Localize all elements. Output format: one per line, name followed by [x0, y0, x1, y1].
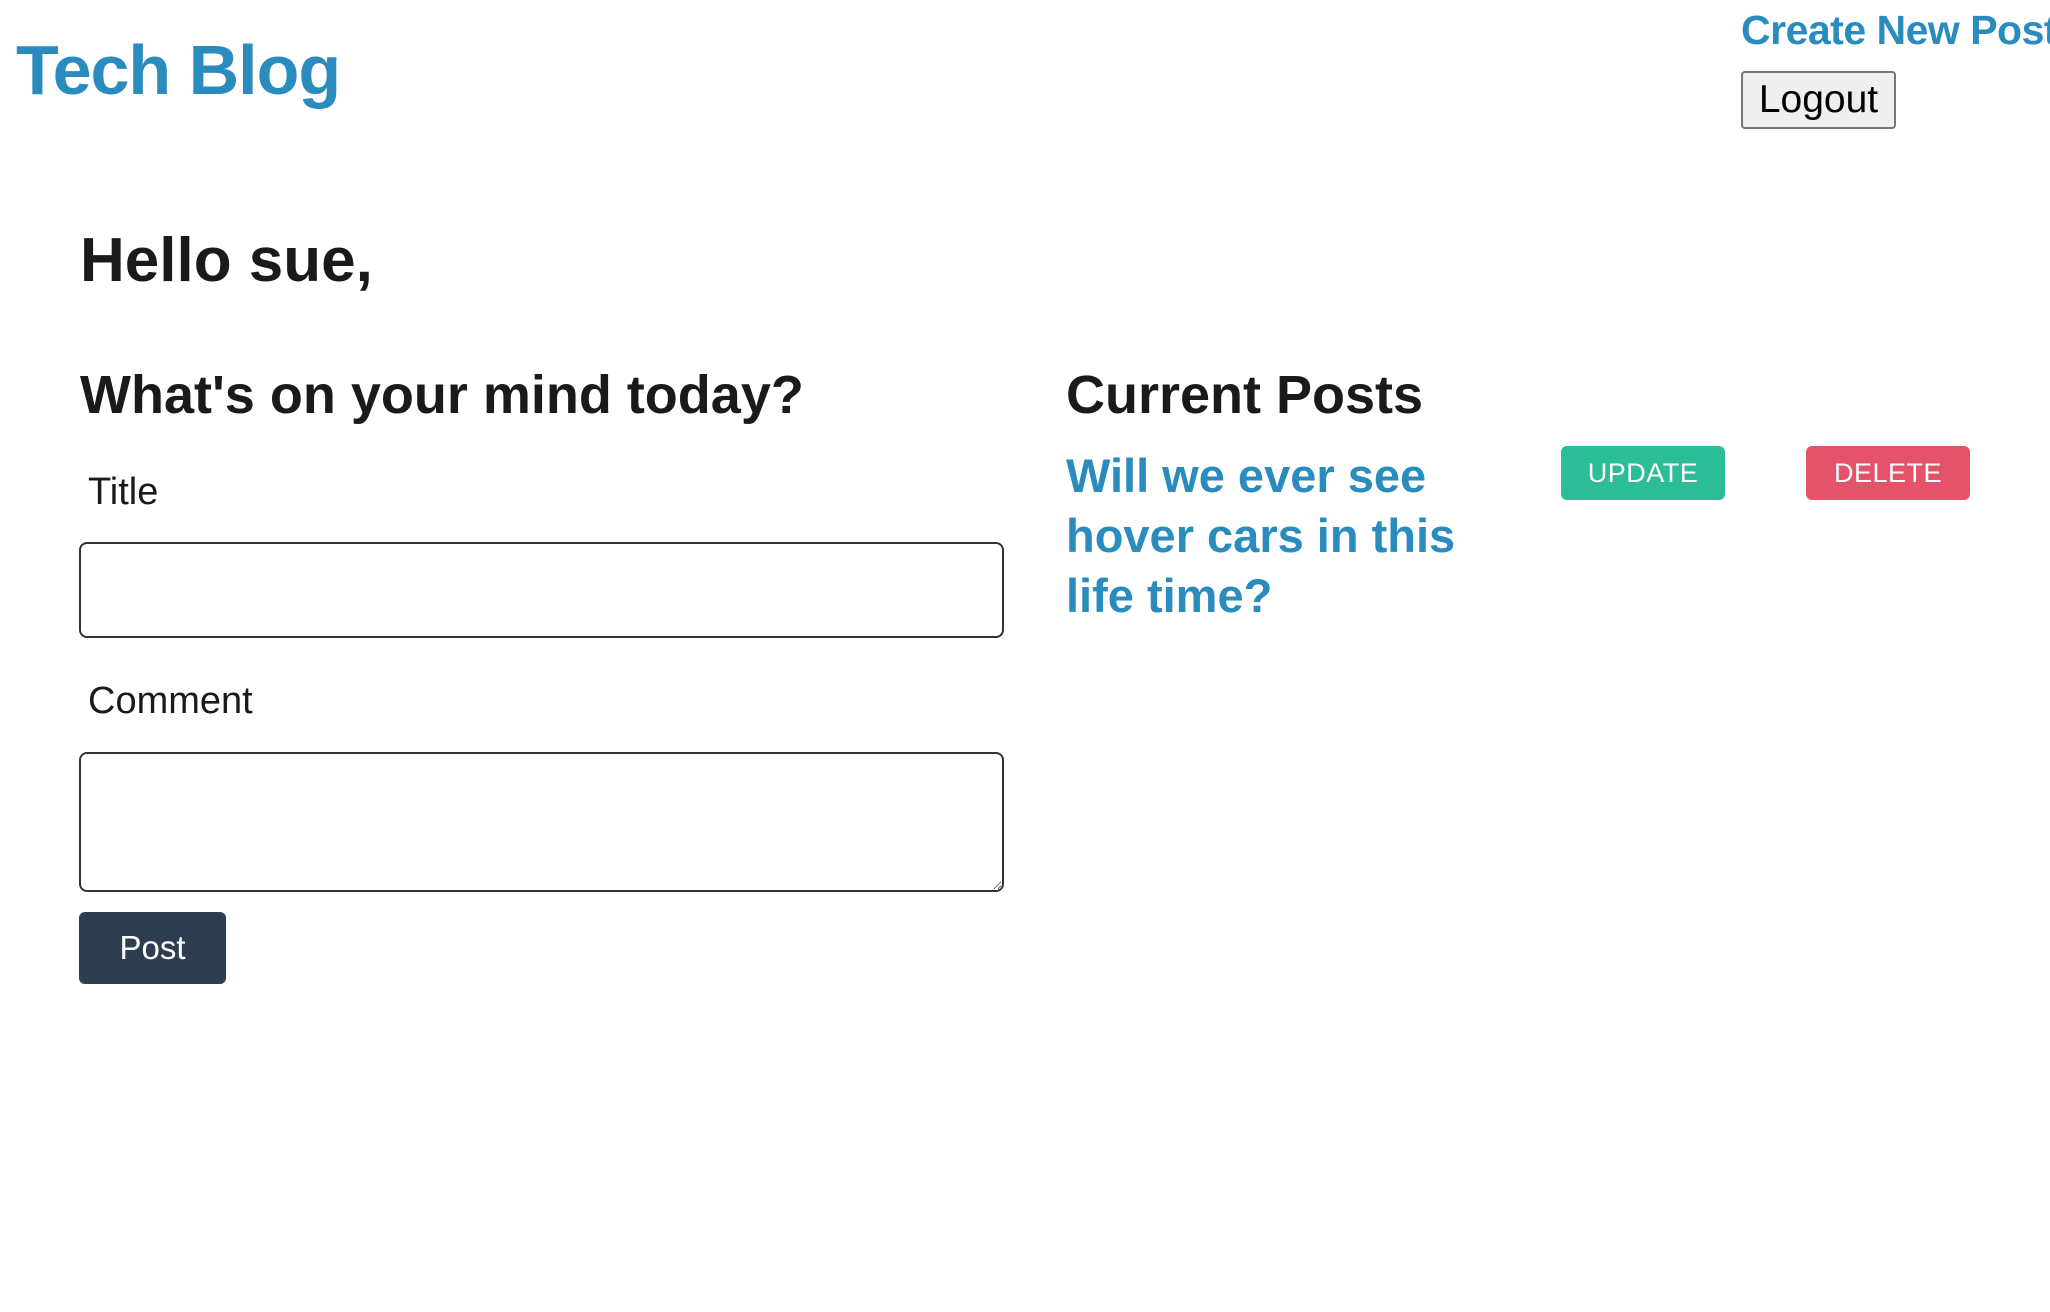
post-title-link[interactable]: Will we ever see hover cars in this life… [1066, 446, 1506, 626]
comment-textarea[interactable] [79, 752, 1004, 892]
create-new-post-link[interactable]: Create New Post [1741, 4, 2050, 56]
delete-post-button[interactable]: DELETE [1806, 446, 1970, 500]
title-label: Title [88, 471, 159, 513]
title-input[interactable] [79, 542, 1004, 638]
new-post-heading: What's on your mind today? [80, 365, 804, 425]
comment-label: Comment [88, 680, 253, 722]
greeting-heading: Hello sue, [80, 226, 373, 295]
site-title[interactable]: Tech Blog [16, 26, 341, 114]
update-post-button[interactable]: UPDATE [1561, 446, 1725, 500]
dashboard-page: Tech Blog Create New Post Logout Hello s… [0, 0, 2050, 1312]
logout-button[interactable]: Logout [1741, 71, 1896, 129]
current-posts-heading: Current Posts [1066, 365, 1424, 425]
post-submit-button[interactable]: Post [79, 912, 226, 984]
